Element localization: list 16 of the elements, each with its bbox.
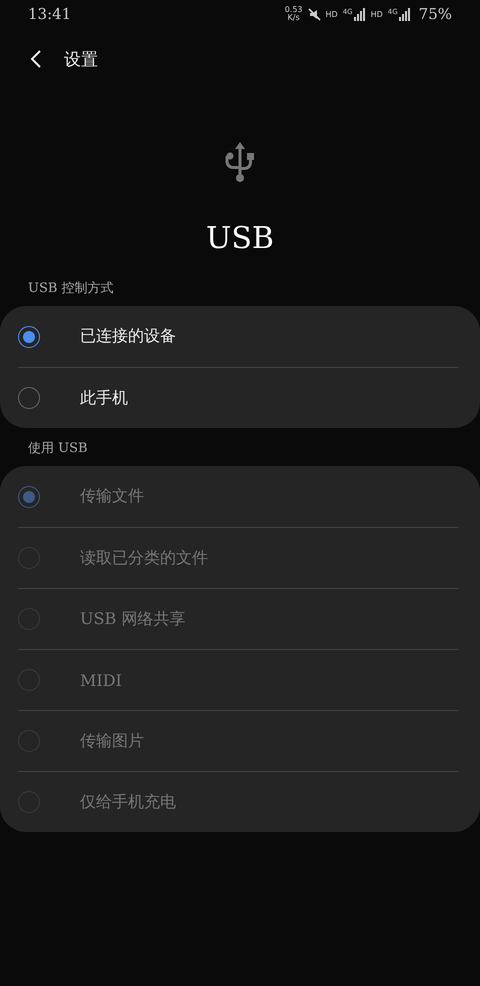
radio-option[interactable]: 已连接的设备 [18,306,458,367]
hd-label: HD [370,10,383,18]
clock: 13:41 [28,5,72,23]
usb-icon [225,142,255,184]
radio-option[interactable]: 此手机 [18,367,458,428]
section-label: USB 控制方式 [28,280,114,297]
hd-label: HD [326,10,338,18]
signal-icon [354,8,366,20]
speed-unit: K/s [288,14,300,22]
battery-level: 75% [418,5,452,23]
signal-icon [398,8,411,20]
mute-icon [308,8,320,20]
speed-value: 0.53 [284,6,302,14]
back-title: 设置 [64,48,98,70]
section-label: 使用 USB [28,440,88,457]
page-title: USB [206,222,274,256]
